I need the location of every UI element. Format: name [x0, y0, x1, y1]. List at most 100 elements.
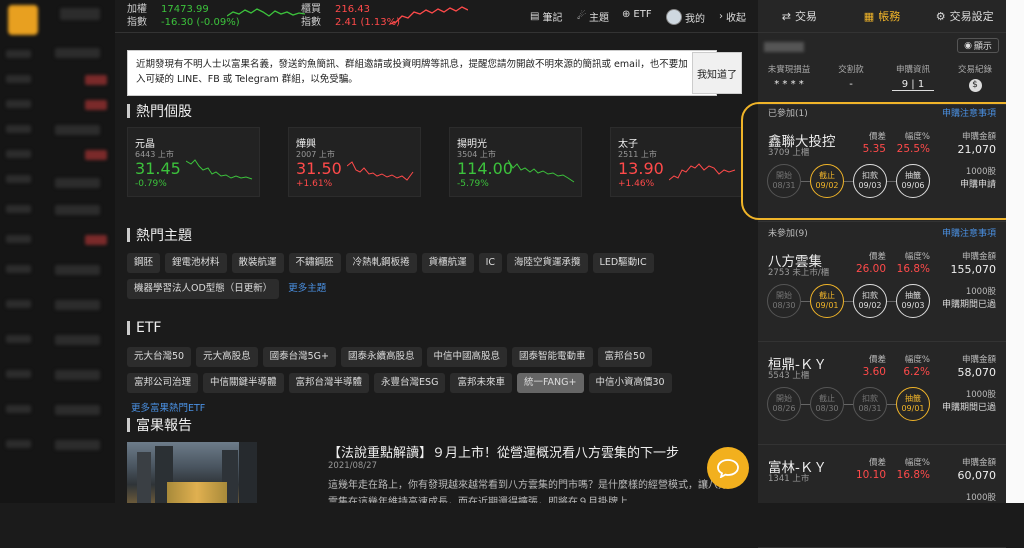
topics-icon: ☄ — [577, 11, 586, 22]
notice-dismiss-button[interactable]: 我知道了 — [692, 52, 742, 94]
step-label: 抽籤 — [905, 171, 921, 180]
notes-link[interactable]: ▤ 筆記 — [530, 9, 562, 24]
topic-tag[interactable]: 不鏽鋼胚 — [288, 253, 341, 273]
index-sparkline — [227, 8, 305, 17]
etf-tag[interactable]: 國泰台灣5G+ — [262, 347, 336, 367]
etf-tag[interactable]: 富邦未來車 — [450, 373, 512, 393]
amount-label: 申購金額 — [961, 132, 996, 142]
tab-settings[interactable]: ⚙ 交易設定 — [923, 0, 1006, 32]
timeline-step: 扣款 09/03 — [853, 164, 887, 198]
ipo-card[interactable]: 桓鼎-ＫＹ 5543 上櫃 價差 3.60 幅度% 6.2% 申購金額 58,070 1000股… — [758, 341, 1006, 445]
stat-subscription[interactable]: 申購資訊 9 | 1 — [882, 63, 944, 91]
notes-link[interactable]: 申購注意事項 — [942, 226, 996, 239]
topic-tag[interactable]: 鋰電池材料 — [165, 253, 227, 273]
section-title: 熱門主題 — [136, 228, 192, 244]
ipo-pct: 25.5% — [896, 143, 930, 155]
amount-label: 申購金額 — [961, 458, 996, 468]
etf-link[interactable]: ⊕ ETF — [622, 9, 652, 20]
topic-tag[interactable]: 散裝航運 — [231, 253, 284, 273]
stock-card[interactable]: 元晶 6443 上市 31.45 -0.79% — [127, 127, 260, 197]
step-label: 截止 — [819, 171, 835, 180]
etf-tag[interactable]: 國泰智能電動車 — [512, 347, 593, 367]
etf-tag[interactable]: 中信小資高價30 — [588, 373, 672, 393]
ipo-timeline: 開始 08/31 截止 09/02 扣款 09/03 抽籤 09/06 — [767, 164, 933, 200]
blurred-left-panel — [0, 0, 115, 503]
stat-unrealized[interactable]: 未實現損益 * * * * — [758, 63, 820, 90]
step-date: 09/01 — [901, 404, 925, 413]
ipo-pct: 16.8% — [896, 469, 930, 481]
ipo-status: 申購申請 — [959, 180, 996, 190]
stat-settlement[interactable]: 交割款 - — [820, 63, 882, 90]
collapse-button[interactable]: › 收起 — [719, 9, 746, 24]
stock-change: +1.46% — [618, 179, 655, 189]
etf-tag[interactable]: 中信關鍵半導體 — [203, 373, 284, 393]
etf-tag[interactable]: 富邦公司治理 — [127, 373, 199, 393]
etf-tag[interactable]: 中信中國高股息 — [426, 347, 508, 367]
ipo-card[interactable]: 鑫聯大投控 3709 上櫃 價差 5.35 幅度% 25.5% 申購金額 21,070 1000… — [758, 118, 1006, 222]
index-otc[interactable]: 櫃買 216.43 指數 2.41 (1.13%) — [301, 3, 400, 29]
tab-account[interactable]: ▦ 帳務 — [841, 0, 924, 32]
chat-button[interactable] — [707, 447, 749, 489]
stock-card[interactable]: 太子 2511 上市 13.90 +1.46% — [610, 127, 743, 197]
report-thumbnail[interactable] — [127, 442, 257, 503]
stat-label: 交易紀錄 — [957, 65, 992, 75]
etf-tag-selected[interactable]: 統一FANG+ — [516, 373, 584, 393]
ipo-card[interactable]: 八方雲集 2753 未上市/櫃 價差 26.00 幅度% 16.8% 申購金額 155,070… — [758, 238, 1006, 342]
section-etf: ETF — [127, 320, 161, 336]
phishing-notice: 近期發現有不明人士以富果名義，發送釣魚簡訊、群組邀請或投資明牌等訊息，提醒您請勿… — [127, 50, 717, 96]
topic-tag[interactable]: 貨櫃航運 — [421, 253, 474, 273]
show-balance-button[interactable]: ◉ 顯示 — [957, 38, 999, 53]
stock-sparkline — [347, 161, 414, 181]
etf-tag[interactable]: 富邦台灣半導體 — [288, 373, 370, 393]
etf-tag[interactable]: 富邦台50 — [597, 347, 653, 367]
ipo-status: 申購期間已過 — [941, 403, 996, 413]
step-date: 08/30 — [815, 404, 839, 413]
stock-change: +1.61% — [296, 179, 333, 189]
topic-tag[interactable]: 機器學習法人OD型態（日更新） — [127, 279, 280, 299]
index-label: 指數 — [127, 17, 147, 28]
stock-price: 31.45 — [135, 159, 181, 178]
etf-tag[interactable]: 永豐台灣ESG — [374, 373, 446, 393]
timeline-step: 扣款 08/31 — [853, 387, 887, 421]
topic-tag[interactable]: 海陸空貨運承攬 — [507, 253, 588, 273]
topics-link[interactable]: ☄ 主題 — [577, 9, 609, 24]
topic-tag[interactable]: LED驅動IC — [592, 253, 654, 273]
report-title[interactable]: 【法說重點解讀】９月上市！從營運概況看八方雲集的下一步 — [328, 442, 679, 461]
index-taiex[interactable]: 加權 17473.99 指數 -16.30 (-0.09%) — [127, 3, 240, 29]
etf-label: ETF — [633, 9, 652, 20]
ledger-icon: ▦ — [863, 9, 875, 23]
etf-tag[interactable]: 元大台灣50 — [127, 347, 192, 367]
ipo-code: 1341 上市 — [768, 474, 810, 484]
ipo-amount: 60,070 — [957, 469, 997, 482]
stock-card[interactable]: 燁興 2007 上市 31.50 +1.61% — [288, 127, 421, 197]
step-label: 截止 — [819, 291, 835, 300]
ipo-shares: 1000股 — [965, 493, 996, 503]
index-label: 指數 — [301, 17, 321, 28]
stat-history[interactable]: 交易紀錄 $ — [944, 63, 1006, 92]
topic-tag[interactable]: 鋼胚 — [127, 253, 161, 273]
stat-value: * * * * — [774, 79, 804, 90]
timeline-connector — [801, 301, 810, 302]
etf-tag[interactable]: 國泰永續高股息 — [340, 347, 422, 367]
more-topics-link[interactable]: 更多主題 — [284, 279, 330, 299]
divider — [758, 104, 1006, 105]
ipo-card[interactable]: 富林-ＫＹ 1341 上市 價差 10.10 幅度% 16.8% 申購金額 60,070 100… — [758, 444, 1006, 548]
stock-name: 元晶 — [135, 139, 155, 150]
price-label: 價差 — [868, 458, 886, 468]
tab-trade[interactable]: ⇄ 交易 — [758, 0, 841, 32]
topic-tag[interactable]: IC — [478, 253, 503, 273]
etf-tag[interactable]: 元大高股息 — [196, 347, 258, 367]
stock-card[interactable]: 揚明光 3504 上市 114.00 -5.79% — [449, 127, 582, 197]
price-label: 價差 — [868, 355, 886, 365]
index-sparkline — [390, 6, 468, 25]
tab-label: 交易設定 — [949, 10, 994, 23]
unjoined-header: 未參加(9) — [768, 229, 808, 239]
ipo-shares: 1000股 — [965, 167, 996, 177]
section-title: 富果報告 — [136, 418, 192, 434]
ipo-code: 5543 上櫃 — [768, 371, 810, 381]
topic-tag[interactable]: 冷熱軋鋼板捲 — [345, 253, 417, 273]
step-label: 開始 — [776, 394, 792, 403]
amount-label: 申購金額 — [961, 252, 996, 262]
stock-sparkline — [508, 159, 575, 183]
my-link[interactable]: 我的 — [666, 9, 705, 25]
